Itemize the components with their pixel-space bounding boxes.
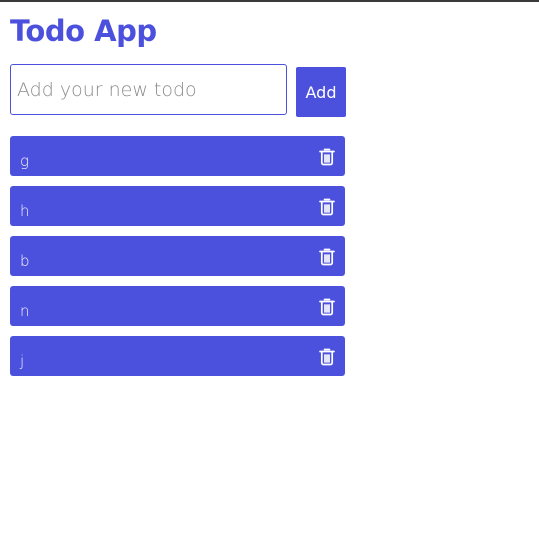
todo-item-text: b (20, 252, 30, 270)
todo-item: b (10, 236, 345, 276)
trash-icon (319, 298, 335, 316)
todo-item: j (10, 336, 345, 376)
add-todo-button[interactable]: Add (296, 67, 346, 117)
todo-item-text: j (20, 352, 25, 370)
todo-item-text: n (20, 302, 30, 320)
trash-icon (319, 198, 335, 216)
todo-item: h (10, 186, 345, 226)
todo-item: n (10, 286, 345, 326)
delete-todo-button[interactable] (319, 148, 335, 166)
todo-item-text: h (20, 202, 30, 220)
page-title: Todo App (10, 14, 157, 48)
todo-item-text: g (20, 152, 30, 170)
delete-todo-button[interactable] (319, 298, 335, 316)
delete-todo-button[interactable] (319, 248, 335, 266)
trash-icon (319, 348, 335, 366)
delete-todo-button[interactable] (319, 348, 335, 366)
new-todo-input[interactable] (10, 64, 287, 115)
trash-icon (319, 148, 335, 166)
delete-todo-button[interactable] (319, 198, 335, 216)
todo-list: g h b n j (10, 136, 345, 386)
trash-icon (319, 248, 335, 266)
todo-item: g (10, 136, 345, 176)
